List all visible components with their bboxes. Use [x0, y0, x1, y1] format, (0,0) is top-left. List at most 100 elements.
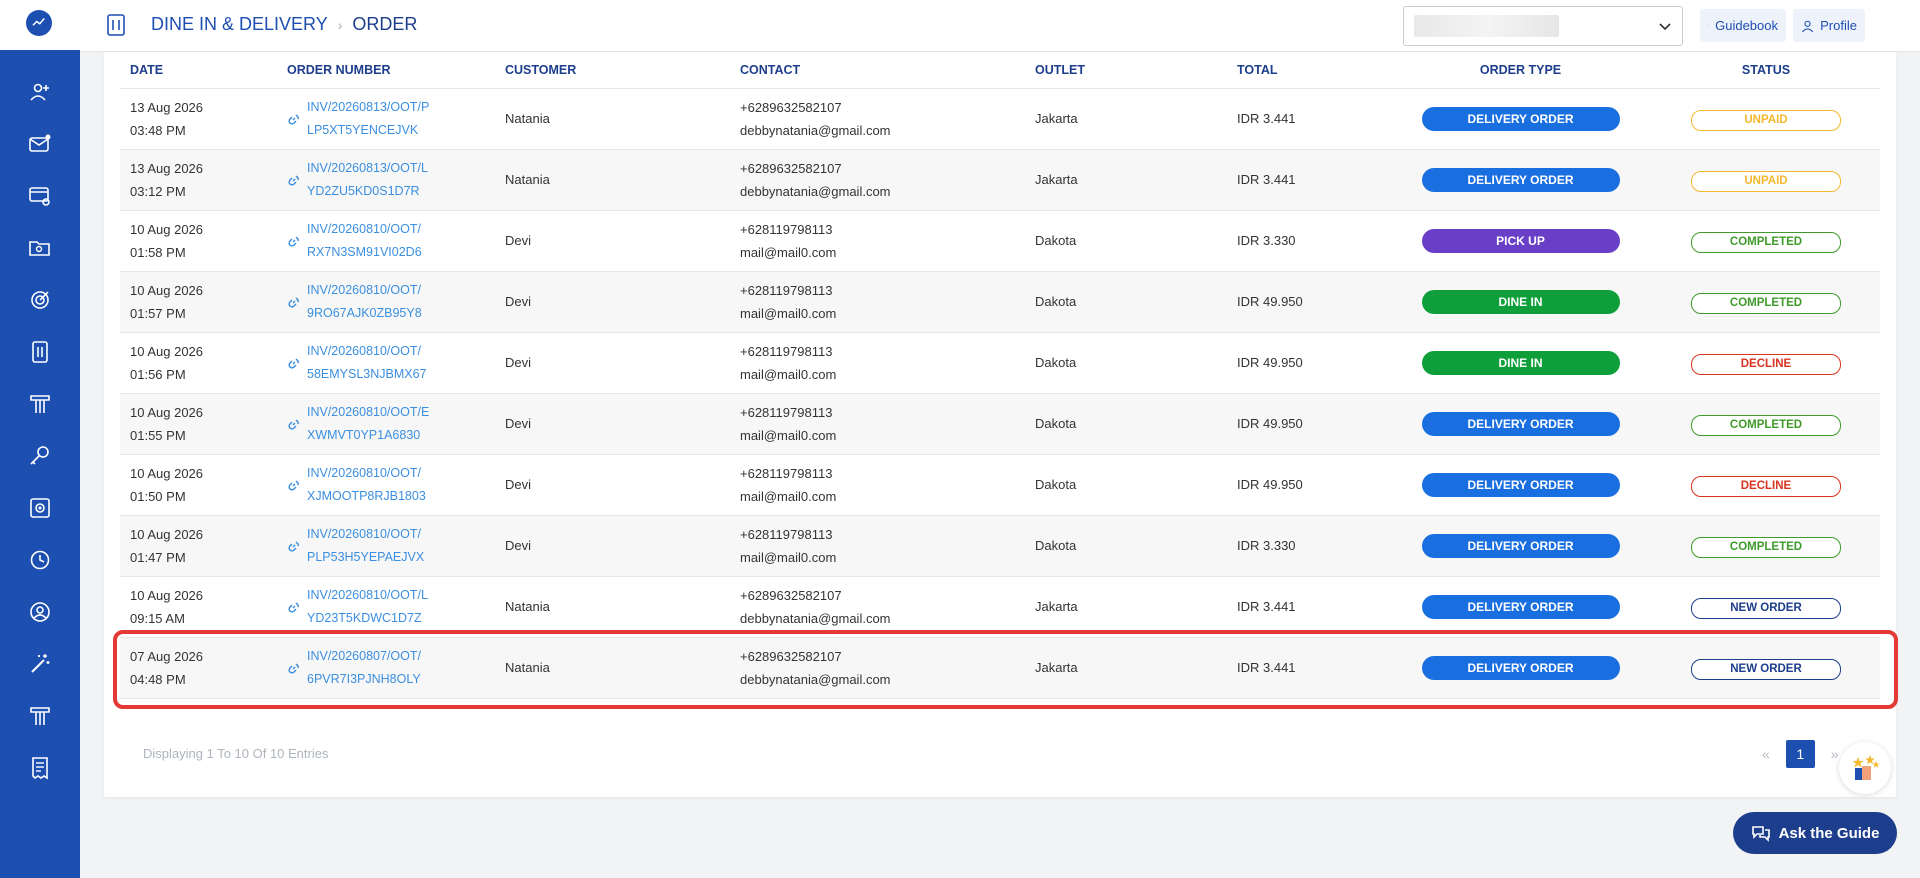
outlet-cell: Dakota — [1025, 210, 1227, 272]
order-number-link[interactable]: INV/20260813/OOT/L YD2ZU5KD0S1D7R — [307, 157, 433, 203]
top-header: DINE IN & DELIVERY › ORDER Guidebook Pro… — [80, 0, 1920, 52]
order-number-line-1: INV/20260810/OOT/E — [307, 404, 430, 419]
table-header-row: DATE ORDER NUMBER CUSTOMER CONTACT OUTLE… — [120, 52, 1880, 89]
chevron-down-icon — [1659, 23, 1671, 31]
stand-icon — [30, 395, 50, 413]
table-row[interactable]: 10 Aug 2026 01:57 PM INV/20260810/OOT/9RO6… — [120, 271, 1880, 333]
table-row[interactable]: 13 Aug 2026 03:12 PM INV/20260813/OOT/L YD2… — [120, 149, 1880, 211]
order-number-link[interactable]: INV/20260810/OOT/RX7N3SM91VI02D6 — [307, 218, 433, 264]
ask-the-guide-button[interactable]: Ask the Guide — [1733, 812, 1897, 854]
table-row[interactable]: 10 Aug 2026 01:56 PM INV/20260810/OOT/58EM… — [120, 332, 1880, 394]
order-number-cell: INV/20260810/OOT/58EMYSL3NJBMX67 — [277, 332, 495, 394]
breadcrumb: DINE IN & DELIVERY › ORDER — [151, 14, 417, 35]
contact-cell: +628119798113 mail@mail0.com — [730, 515, 1025, 577]
sidebar-item-8[interactable] — [0, 430, 80, 482]
sidebar-item-11[interactable] — [0, 586, 80, 638]
order-time: 03:48 PM — [130, 122, 186, 138]
status-cell: COMPLETED — [1652, 271, 1880, 333]
total-cell: IDR 3.441 — [1227, 149, 1389, 211]
table-row[interactable]: 13 Aug 2026 03:48 PM INV/20260813/OOT/P LP5… — [120, 88, 1880, 150]
column-header[interactable]: DATE — [120, 52, 277, 89]
order-number-line-1: INV/20260813/OOT/L — [307, 160, 428, 175]
outlet-select-value — [1414, 15, 1559, 37]
date-cell: 10 Aug 2026 01:57 PM — [120, 271, 277, 333]
sidebar-item-14[interactable] — [0, 742, 80, 794]
order-number-line-2: 9RO67AJK0ZB95Y8 — [307, 305, 422, 320]
order-date: 10 Aug 2026 — [130, 404, 204, 420]
customer-cell: Devi — [495, 515, 730, 577]
order-number-link[interactable]: INV/20260813/OOT/P LP5XT5YENCEJVK — [307, 96, 433, 142]
table-row[interactable]: 10 Aug 2026 01:50 PM INV/20260810/OOT/XJMO… — [120, 454, 1880, 516]
column-header[interactable]: TOTAL — [1227, 52, 1389, 89]
order-type-cell: DELIVERY ORDER — [1389, 149, 1652, 211]
profile-button[interactable]: Profile — [1793, 9, 1865, 42]
date-cell: 10 Aug 2026 01:58 PM — [120, 210, 277, 272]
target-icon — [31, 291, 49, 309]
sidebar-item-1[interactable] — [0, 66, 80, 118]
order-time: 01:58 PM — [130, 244, 186, 260]
total-cell: IDR 49.950 — [1227, 393, 1389, 455]
sidebar-item-5[interactable] — [0, 274, 80, 326]
order-type-badge: DELIVERY ORDER — [1421, 106, 1620, 131]
table-row[interactable]: 10 Aug 2026 01:58 PM INV/20260810/OOT/RX7N… — [120, 210, 1880, 272]
column-header[interactable]: CONTACT — [730, 52, 1025, 89]
sidebar-item-3[interactable] — [0, 170, 80, 222]
order-number-link[interactable]: INV/20260810/OOT/PLP53H5YEPAEJVX — [307, 523, 433, 569]
breadcrumb-parent[interactable]: DINE IN & DELIVERY — [151, 14, 328, 35]
user-icon — [1802, 20, 1814, 32]
contact-phone: +628119798113 — [740, 526, 833, 542]
app-logo[interactable] — [23, 7, 55, 39]
order-time: 04:48 PM — [130, 671, 186, 687]
sidebar-nav — [0, 66, 80, 794]
order-number-link[interactable]: INV/20260810/OOT/XJMOOTP8RJB1803 — [307, 462, 433, 508]
sidebar-item-13[interactable] — [0, 690, 80, 742]
contact-cell: +6289632582107 debbynatania@gmail.com — [730, 637, 1025, 699]
table-row[interactable]: 10 Aug 2026 01:55 PM INV/20260810/OOT/E XWM… — [120, 393, 1880, 455]
order-number-cell: INV/20260810/OOT/L YD23T5KDWC1D7Z — [277, 576, 495, 638]
sidebar-item-6[interactable] — [0, 326, 80, 378]
order-time: 01:50 PM — [130, 488, 186, 504]
order-time: 01:56 PM — [130, 366, 186, 382]
order-type-cell: DELIVERY ORDER — [1389, 88, 1652, 150]
table-row[interactable]: 07 Aug 2026 04:48 PM INV/20260807/OOT/6PVR… — [120, 637, 1880, 699]
order-number-line-1: INV/20260810/OOT/ — [307, 526, 421, 541]
book-icon — [1708, 25, 1710, 26]
column-header[interactable]: CUSTOMER — [495, 52, 730, 89]
order-number-link[interactable]: INV/20260810/OOT/L YD23T5KDWC1D7Z — [307, 584, 433, 630]
outlet-select[interactable] — [1403, 6, 1683, 46]
sidebar-item-2[interactable] — [0, 118, 80, 170]
order-number-link[interactable]: INV/20260810/OOT/E XWMVT0YP1A6830 — [307, 401, 433, 447]
table-row[interactable]: 10 Aug 2026 09:15 AM INV/20260810/OOT/L YD2… — [120, 576, 1880, 638]
contact-email: debbynatania@gmail.com — [740, 183, 891, 199]
order-number-link[interactable]: INV/20260807/OOT/6PVR7I3PJNH8OLY — [307, 645, 433, 691]
total-cell: IDR 3.330 — [1227, 210, 1389, 272]
order-number-link[interactable]: INV/20260810/OOT/58EMYSL3NJBMX67 — [307, 340, 433, 386]
order-number-link[interactable]: INV/20260810/OOT/9RO67AJK0ZB95Y8 — [307, 279, 433, 325]
order-number-line-1: INV/20260810/OOT/ — [307, 221, 421, 236]
column-header[interactable]: ORDER NUMBER — [277, 52, 495, 89]
sidebar-item-7[interactable] — [0, 378, 80, 430]
column-header[interactable]: STATUS — [1652, 52, 1880, 89]
date-cell: 10 Aug 2026 01:55 PM — [120, 393, 277, 455]
guidebook-button[interactable]: Guidebook — [1700, 9, 1786, 42]
order-type-badge: DINE IN — [1421, 289, 1620, 314]
order-type-cell: DELIVERY ORDER — [1389, 576, 1652, 638]
pagination-next[interactable]: » — [1831, 746, 1839, 762]
contact-cell: +628119798113 mail@mail0.com — [730, 271, 1025, 333]
sidebar-item-9[interactable] — [0, 482, 80, 534]
contact-email: debbynatania@gmail.com — [740, 610, 891, 626]
history-icon — [30, 550, 50, 570]
sidebar-item-12[interactable] — [0, 638, 80, 690]
order-date: 10 Aug 2026 — [130, 343, 204, 359]
pagination-page-current[interactable]: 1 — [1785, 740, 1815, 768]
sidebar-item-4[interactable] — [0, 222, 80, 274]
status-badge: COMPLETED — [1691, 414, 1841, 436]
sidebar-item-10[interactable] — [0, 534, 80, 586]
order-time: 01:55 PM — [130, 427, 186, 443]
table-row[interactable]: 10 Aug 2026 01:47 PM INV/20260810/OOT/PLP5… — [120, 515, 1880, 577]
column-header[interactable]: OUTLET — [1025, 52, 1227, 89]
column-header[interactable]: ORDER TYPE — [1389, 52, 1652, 89]
link-icon — [288, 174, 300, 186]
feedback-badge[interactable] — [1839, 742, 1891, 794]
pagination-prev[interactable]: « — [1762, 746, 1770, 762]
